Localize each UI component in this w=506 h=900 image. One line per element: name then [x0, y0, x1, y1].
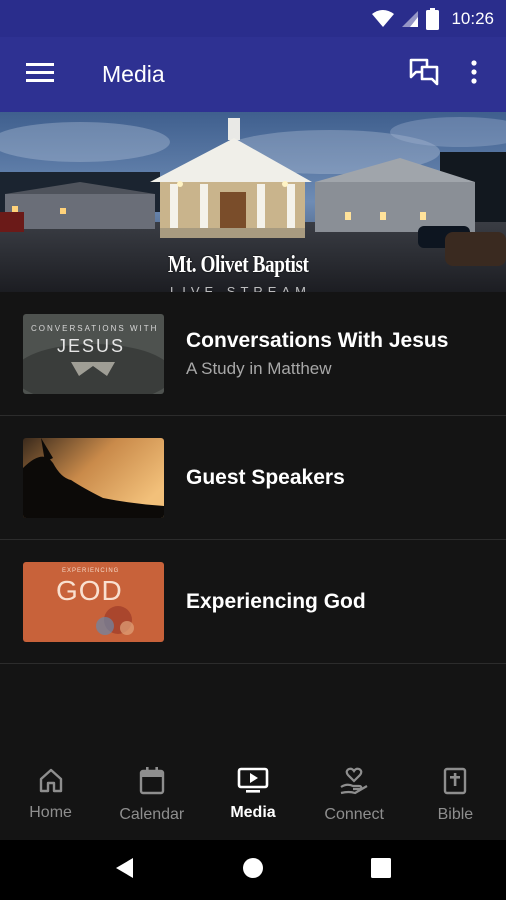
thumbnail-guest-speakers: [23, 437, 164, 518]
nav-label-connect: Connect: [324, 806, 384, 823]
wifi-icon: [372, 9, 395, 28]
cell-signal-icon: [402, 10, 419, 28]
media-item-experiencing-god[interactable]: EXPERIENCING GOD Experiencing God: [0, 540, 506, 664]
tv-play-icon: [237, 767, 269, 798]
media-item-conversations-with-jesus[interactable]: CONVERSATIONS WITH JESUS Conversations W…: [0, 292, 506, 416]
thumb-text-conversations: CONVERSATIONS WITH: [31, 323, 159, 333]
bible-icon: [443, 767, 467, 800]
nav-bible[interactable]: Bible: [405, 752, 506, 840]
thumb-text-jesus: JESUS: [57, 335, 126, 356]
nav-label-home: Home: [29, 804, 72, 821]
app-bar: Media: [0, 37, 506, 112]
home-icon: [38, 767, 64, 798]
media-item-title: Experiencing God: [186, 589, 366, 613]
live-stream-label: LIVE STREAM: [170, 284, 311, 292]
calendar-icon: [139, 767, 165, 800]
menu-button[interactable]: [0, 37, 80, 112]
home-circle-icon: [242, 857, 264, 884]
status-time: 10:26: [451, 8, 494, 28]
back-triangle-icon: [115, 857, 135, 884]
system-recents-button[interactable]: [317, 840, 445, 900]
nav-calendar[interactable]: Calendar: [101, 752, 202, 840]
nav-label-calendar: Calendar: [119, 806, 185, 823]
battery-icon: [426, 7, 440, 30]
system-back-button[interactable]: [61, 840, 189, 900]
media-list: CONVERSATIONS WITH JESUS Conversations W…: [0, 292, 506, 664]
thumb-text-god: GOD: [56, 574, 123, 606]
nav-label-media: Media: [230, 804, 276, 821]
hero-banner[interactable]: Mt. Olivet Baptist LIVE STREAM: [0, 112, 506, 292]
thumb-text-experiencing: EXPERIENCING: [62, 567, 120, 574]
system-home-button[interactable]: [189, 840, 317, 900]
more-options-button[interactable]: [450, 37, 498, 112]
media-item-title: Guest Speakers: [186, 465, 345, 489]
nav-media[interactable]: Media: [202, 752, 303, 840]
page-title: Media: [102, 61, 165, 87]
bottom-navigation: Home Calendar Media Connect Bible: [0, 752, 506, 840]
thumbnail-conversations-with-jesus: CONVERSATIONS WITH JESUS: [23, 313, 164, 394]
status-bar: 10:26: [0, 0, 506, 37]
chat-icon: [409, 58, 439, 91]
hand-heart-icon: [339, 767, 369, 800]
church-name: Mt. Olivet Baptist: [168, 252, 309, 278]
nav-label-bible: Bible: [437, 806, 474, 823]
system-navigation-bar: [0, 840, 506, 900]
recents-square-icon: [371, 857, 391, 883]
chat-button[interactable]: [398, 37, 450, 112]
thumbnail-experiencing-god: EXPERIENCING GOD: [23, 561, 164, 642]
media-item-guest-speakers[interactable]: Guest Speakers: [0, 416, 506, 540]
media-item-title: Conversations With Jesus: [186, 328, 449, 352]
nav-home[interactable]: Home: [0, 752, 101, 840]
more-vert-icon: [471, 60, 477, 89]
media-item-subtitle: A Study in Matthew: [186, 358, 332, 378]
hamburger-menu-icon: [26, 62, 54, 87]
nav-connect[interactable]: Connect: [304, 752, 405, 840]
